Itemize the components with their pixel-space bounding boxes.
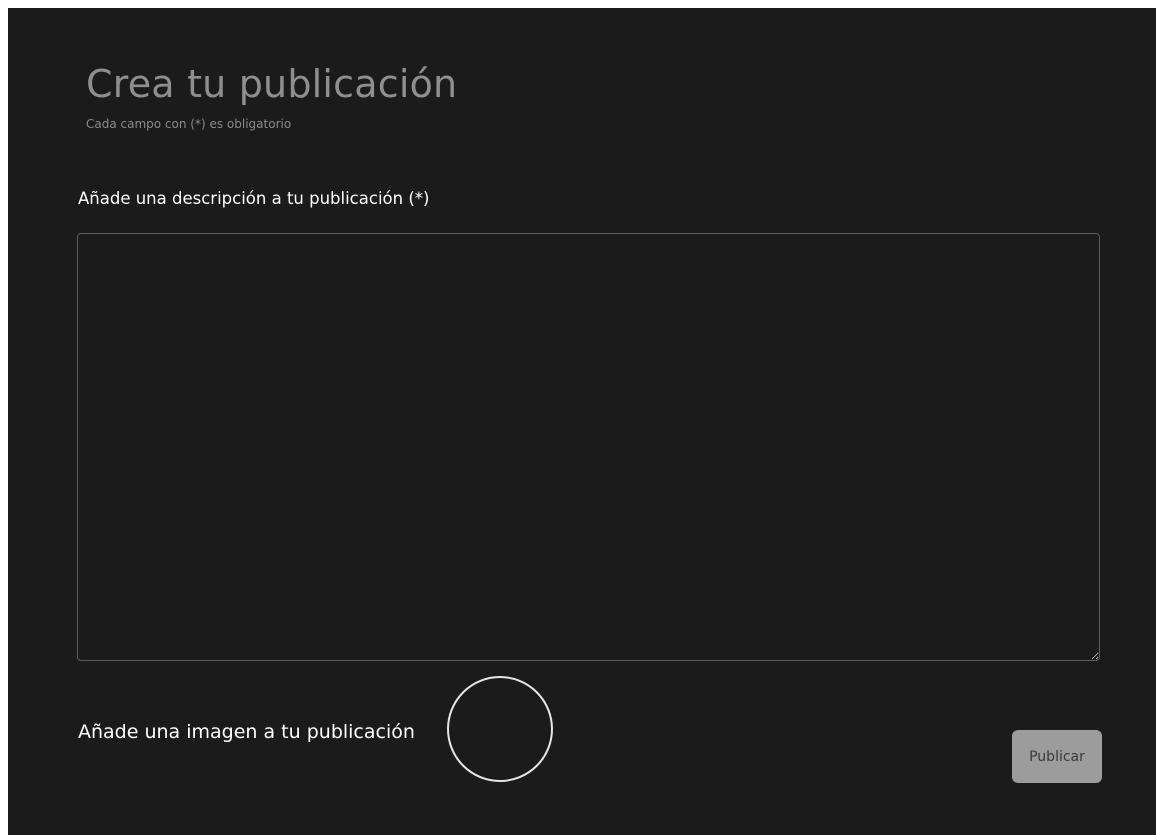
description-label: Añade una descripción a tu publicación (… [78, 189, 430, 208]
required-fields-note: Cada campo con (*) es obligatorio [86, 117, 292, 131]
description-textarea[interactable] [77, 233, 1100, 661]
image-upload-label: Añade una imagen a tu publicación [78, 721, 415, 743]
publish-button[interactable]: Publicar [1012, 730, 1102, 783]
image-upload-circle[interactable] [447, 676, 553, 782]
page-title: Crea tu publicación [86, 62, 458, 106]
